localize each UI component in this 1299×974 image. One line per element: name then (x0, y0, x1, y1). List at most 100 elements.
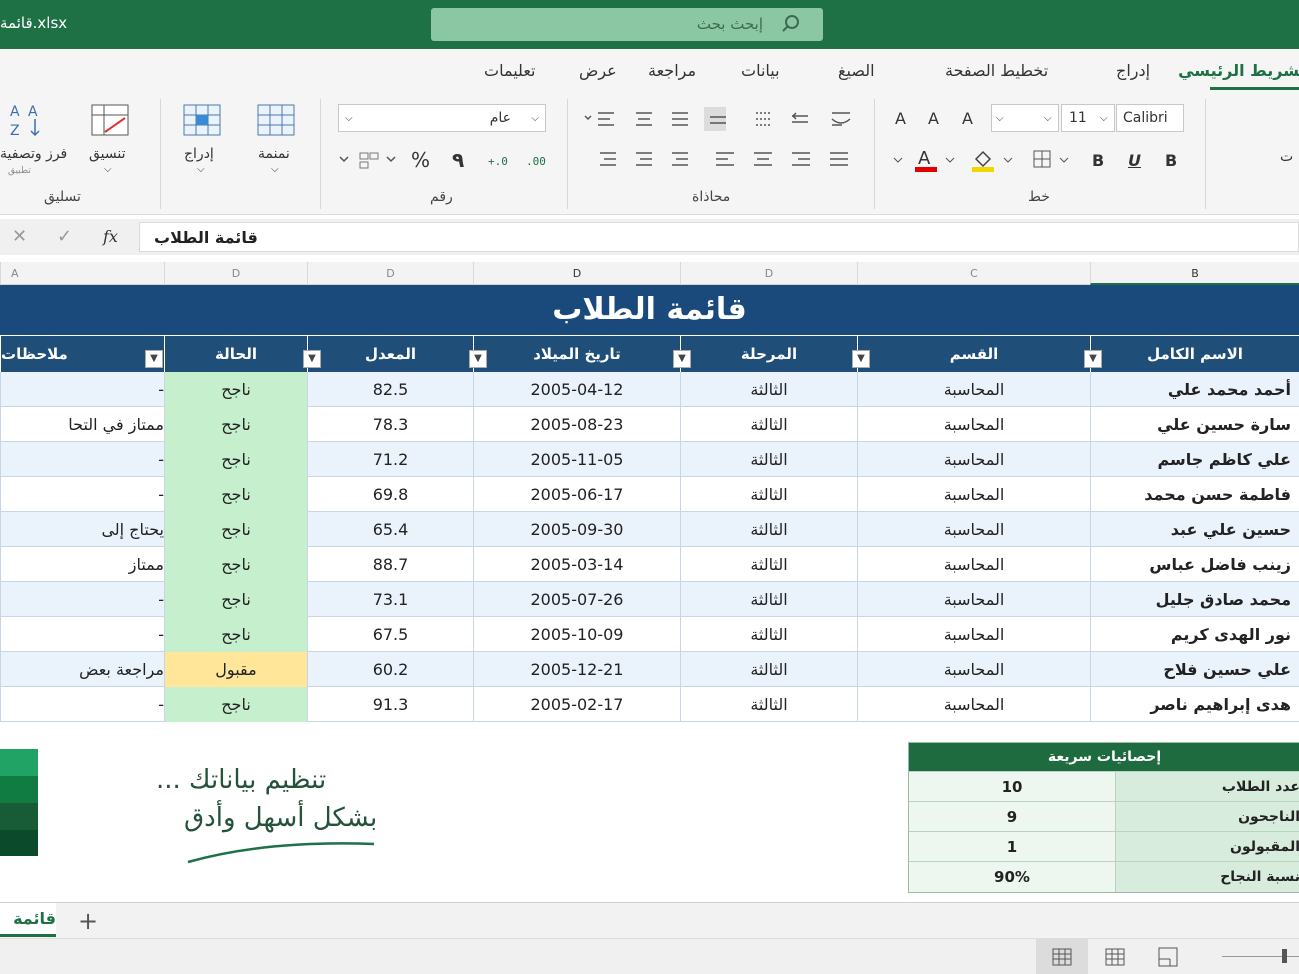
cell-name[interactable]: سارة حسين علي (1090, 407, 1299, 442)
font-size-decrease-icon[interactable]: A (962, 111, 973, 127)
cell-styles-icon[interactable] (257, 104, 295, 136)
cell-stage[interactable]: الثالثة (680, 582, 857, 617)
cell-notes[interactable]: مراجعة بعض (0, 652, 164, 687)
sheet-tab-active[interactable]: قائمة (0, 903, 56, 937)
tab-insert[interactable]: إدراج (1116, 61, 1150, 80)
column-header[interactable]: B (1090, 262, 1299, 285)
cell-status[interactable]: ناجح (164, 617, 307, 652)
search-box[interactable]: إبحث بحث (431, 8, 823, 41)
stats-value[interactable]: 90% (909, 862, 1116, 892)
cell-name[interactable]: أحمد محمد علي (1090, 372, 1299, 407)
normal-view-icon[interactable] (1036, 939, 1088, 974)
insert-cells-icon[interactable] (183, 102, 221, 136)
tab-help[interactable]: تعليمات (484, 61, 535, 80)
bold-alt-button[interactable]: B (1092, 151, 1104, 170)
percent-button[interactable]: % (411, 148, 430, 172)
cell-department[interactable]: المحاسبة (857, 617, 1090, 652)
cell-notes[interactable]: - (0, 477, 164, 512)
cell-gpa[interactable]: 67.5 (307, 617, 473, 652)
filter-dropdown-icon[interactable]: ▼ (145, 350, 163, 368)
font-size-increase-icon[interactable]: A (928, 111, 939, 127)
cell-name[interactable]: علي حسين فلاح (1090, 652, 1299, 687)
cell-name[interactable]: محمد صادق جليل (1090, 582, 1299, 617)
cell-department[interactable]: المحاسبة (857, 407, 1090, 442)
fx-icon[interactable]: fx (103, 229, 118, 245)
stats-label[interactable]: المقبولون (1116, 832, 1299, 862)
column-header[interactable]: D (680, 262, 857, 285)
cell-gpa[interactable]: 78.3 (307, 407, 473, 442)
number-format-dropdown[interactable]: عام ⌵ ⌵ (338, 104, 546, 132)
cell-dob[interactable]: 2005-06-17 (473, 477, 680, 512)
cell-dob[interactable]: 2005-12-21 (473, 652, 680, 687)
cell-dob[interactable]: 2005-02-17 (473, 687, 680, 722)
page-layout-view-icon[interactable] (1089, 939, 1141, 974)
tab-page-layout[interactable]: تخطيط الصفحة (945, 61, 1048, 80)
cell-status[interactable]: ناجح (164, 442, 307, 477)
filter-dropdown-icon[interactable]: ▼ (303, 350, 321, 368)
cell-gpa[interactable]: 65.4 (307, 512, 473, 547)
confirm-formula-icon[interactable]: ✓ (57, 228, 72, 246)
cell-name[interactable]: حسين علي عبد (1090, 512, 1299, 547)
cell-stage[interactable]: الثالثة (680, 512, 857, 547)
cell-styles-button[interactable]: نمنمة (258, 146, 290, 162)
column-header[interactable]: D (473, 262, 680, 285)
clipboard-partial[interactable]: ت (1280, 149, 1293, 165)
cell-gpa[interactable]: 71.2 (307, 442, 473, 477)
cell-status[interactable]: ناجح (164, 512, 307, 547)
page-break-view-icon[interactable] (1142, 939, 1194, 974)
tab-view[interactable]: عرض (579, 61, 617, 80)
cell-dob[interactable]: 2005-08-23 (473, 407, 680, 442)
cell-status[interactable]: ناجح (164, 477, 307, 512)
filter-dropdown-icon[interactable]: ▼ (673, 350, 691, 368)
accounting-format-icon[interactable] (336, 151, 400, 171)
cell-department[interactable]: المحاسبة (857, 547, 1090, 582)
cell-dob[interactable]: 2005-03-14 (473, 547, 680, 582)
cell-gpa[interactable]: 69.8 (307, 477, 473, 512)
cell-name[interactable]: نور الهدى كريم (1090, 617, 1299, 652)
stats-label[interactable]: نسبة النجاح (1116, 862, 1299, 892)
cell-notes[interactable]: - (0, 617, 164, 652)
add-sheet-button[interactable]: + (78, 907, 98, 935)
cell-gpa[interactable]: 82.5 (307, 372, 473, 407)
zoom-slider-thumb[interactable] (1282, 949, 1287, 963)
cell-stage[interactable]: الثالثة (680, 652, 857, 687)
cell-status[interactable]: ناجح (164, 582, 307, 617)
insert-cells-button[interactable]: إدراج (184, 146, 214, 162)
filter-dropdown-icon[interactable]: ▼ (852, 350, 870, 368)
sort-filter-button[interactable]: فرز وتصفية (0, 146, 67, 162)
cell-stage[interactable]: الثالثة (680, 547, 857, 582)
cell-dob[interactable]: 2005-09-30 (473, 512, 680, 547)
cell-notes[interactable]: - (0, 372, 164, 407)
cell-department[interactable]: المحاسبة (857, 477, 1090, 512)
tab-home[interactable]: الشريط الرئيسي (1178, 61, 1299, 80)
stats-label[interactable]: عدد الطلاب (1116, 772, 1299, 802)
cell-dob[interactable]: 2005-10-09 (473, 617, 680, 652)
tab-review[interactable]: مراجعة (648, 61, 696, 80)
font-size-dropdown[interactable]: 11 ⌵ (1061, 104, 1115, 132)
stats-value[interactable]: 9 (909, 802, 1116, 832)
cell-status[interactable]: ناجح (164, 372, 307, 407)
cell-status[interactable]: مقبول (164, 652, 307, 687)
stats-value[interactable]: 10 (909, 772, 1116, 802)
cell-department[interactable]: المحاسبة (857, 512, 1090, 547)
cell-stage[interactable]: الثالثة (680, 687, 857, 722)
cancel-formula-icon[interactable]: ✕ (12, 228, 27, 246)
cell-gpa[interactable]: 88.7 (307, 547, 473, 582)
decimal-buttons-icon[interactable]: +.0 .00 (486, 149, 546, 171)
filter-dropdown-icon[interactable]: ▼ (469, 350, 487, 368)
underline-button[interactable]: U (1128, 151, 1141, 170)
cell-gpa[interactable]: 73.1 (307, 582, 473, 617)
format-cells-button[interactable]: تنسيق (89, 146, 126, 162)
tab-data[interactable]: بيانات (741, 61, 780, 80)
zoom-slider[interactable] (1222, 956, 1299, 957)
cell-dob[interactable]: 2005-07-26 (473, 582, 680, 617)
cell-department[interactable]: المحاسبة (857, 442, 1090, 477)
font-style-dropdown[interactable]: ⌵ ⌵ (991, 104, 1059, 132)
stats-label[interactable]: الناجحون (1116, 802, 1299, 832)
cell-notes[interactable]: - (0, 442, 164, 477)
font-color-icon[interactable]: A (890, 147, 960, 173)
cell-notes[interactable]: يحتاج إلى (0, 512, 164, 547)
fill-color-icon[interactable] (970, 147, 1014, 173)
cell-name[interactable]: فاطمة حسن محمد (1090, 477, 1299, 512)
cell-name[interactable]: زينب فاضل عباس (1090, 547, 1299, 582)
